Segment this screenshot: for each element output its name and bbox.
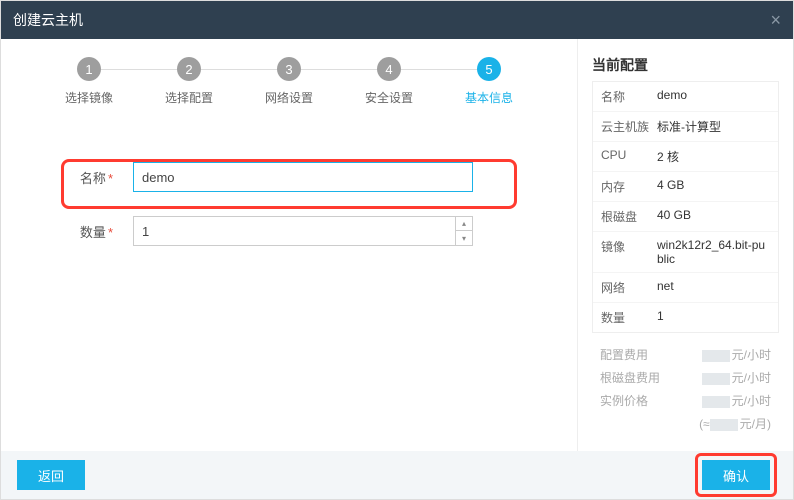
highlight-ok: 确认 [695,453,777,497]
cost-val: 元/小时 [664,346,771,363]
step-number: 1 [77,57,101,81]
step-label: 安全设置 [365,89,413,106]
cfg-key: CPU [601,148,657,165]
confirm-button[interactable]: 确认 [702,460,770,490]
cfg-val: win2k12r2_64.bit-public [657,238,770,266]
step-number: 3 [277,57,301,81]
cfg-val: demo [657,88,770,105]
cost-summary: 配置费用元/小时 根磁盘费用元/小时 实例价格元/小时 (≈元/月) [592,343,779,435]
cost-key: 实例价格 [600,392,664,409]
dialog-title: 创建云主机 [13,10,83,30]
config-panel-title: 当前配置 [592,55,779,75]
close-icon[interactable]: × [770,10,781,31]
wizard-steps: 1 选择镜像 2 选择配置 3 网络设置 4 安全设置 5 基本信息 [33,57,545,106]
qty-input[interactable] [134,217,455,245]
cfg-val: net [657,279,770,296]
cfg-val: 标准-计算型 [657,118,770,135]
step-4[interactable]: 4 安全设置 [339,57,439,106]
back-button[interactable]: 返回 [17,460,85,490]
stepper-up-icon[interactable]: ▴ [456,217,472,231]
cost-val-month: (≈元/月) [664,415,771,432]
cfg-key: 名称 [601,88,657,105]
qty-label: 数量* [57,222,113,241]
step-number: 4 [377,57,401,81]
cfg-key: 网络 [601,279,657,296]
cfg-key: 根磁盘 [601,208,657,225]
cfg-val: 1 [657,309,770,326]
cfg-val: 4 GB [657,178,770,195]
step-label: 选择镜像 [65,89,113,106]
cfg-key: 云主机族 [601,118,657,135]
step-5[interactable]: 5 基本信息 [439,57,539,106]
cfg-val: 40 GB [657,208,770,225]
step-label: 网络设置 [265,89,313,106]
step-number: 2 [177,57,201,81]
step-3[interactable]: 3 网络设置 [239,57,339,106]
config-summary: 名称demo 云主机族标准-计算型 CPU2 核 内存4 GB 根磁盘40 GB… [592,81,779,333]
stepper-down-icon[interactable]: ▾ [456,231,472,245]
cfg-key: 镜像 [601,238,657,266]
step-2[interactable]: 2 选择配置 [139,57,239,106]
qty-stepper[interactable]: ▴ ▾ [133,216,473,246]
name-input[interactable] [133,162,473,192]
cfg-val: 2 核 [657,148,770,165]
step-label: 基本信息 [465,89,513,106]
cost-key: 配置费用 [600,346,664,363]
dialog-title-bar: 创建云主机 × [1,1,793,39]
name-label: 名称* [57,168,113,187]
cfg-key: 数量 [601,309,657,326]
cost-val: 元/小时 [664,392,771,409]
dialog-footer: 返回 确认 [1,451,793,499]
cost-val: 元/小时 [664,369,771,386]
step-number: 5 [477,57,501,81]
step-1[interactable]: 1 选择镜像 [39,57,139,106]
step-label: 选择配置 [165,89,213,106]
cost-key: 根磁盘费用 [600,369,664,386]
cfg-key: 内存 [601,178,657,195]
